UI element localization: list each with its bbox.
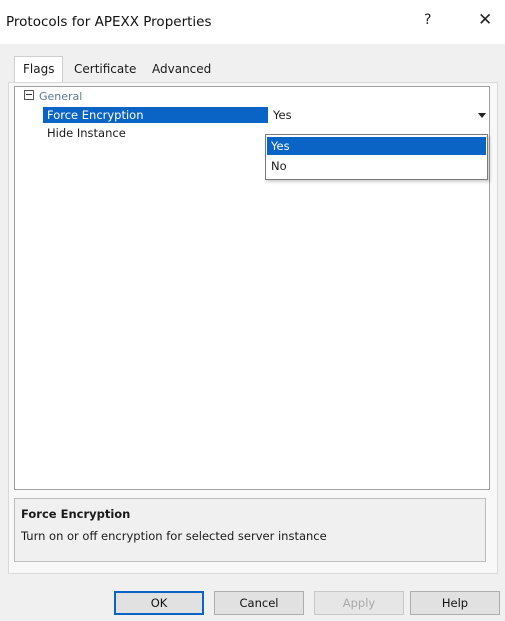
description-title: Force Encryption (21, 507, 131, 521)
help-button[interactable]: Help (410, 591, 500, 615)
property-name[interactable]: Force Encryption (43, 107, 268, 123)
ok-button[interactable]: OK (114, 591, 204, 615)
tab-advanced[interactable]: Advanced (152, 62, 211, 76)
category-label: General (39, 90, 83, 103)
category-row-general[interactable]: General (15, 87, 489, 105)
description-panel: Force Encryption Turn on or off encrypti… (14, 498, 486, 562)
window-title: Protocols for APEXX Properties (6, 14, 212, 30)
property-name[interactable]: Hide Instance (43, 125, 268, 141)
property-value: Yes (273, 108, 292, 122)
help-title-button[interactable]: ? (424, 12, 431, 28)
cancel-button[interactable]: Cancel (214, 591, 304, 615)
property-row-force-encryption[interactable]: Force Encryption Yes (43, 107, 489, 123)
dropdown-list: Yes No (265, 134, 488, 180)
description-text: Turn on or off encryption for selected s… (21, 529, 327, 543)
tab-certificate[interactable]: Certificate (74, 62, 136, 76)
dropdown-option-no[interactable]: No (267, 157, 486, 175)
tab-strip: Flags Certificate Advanced (0, 56, 505, 84)
minus-box-icon[interactable] (24, 90, 34, 100)
apply-button: Apply (314, 591, 404, 615)
property-value-dropdown[interactable]: Yes (269, 107, 489, 123)
dropdown-option-yes[interactable]: Yes (267, 137, 486, 155)
title-bar: Protocols for APEXX Properties ? ✕ (0, 0, 505, 44)
close-button[interactable]: ✕ (478, 10, 492, 30)
chevron-down-icon[interactable] (478, 113, 486, 118)
tab-flags[interactable]: Flags (14, 56, 64, 83)
